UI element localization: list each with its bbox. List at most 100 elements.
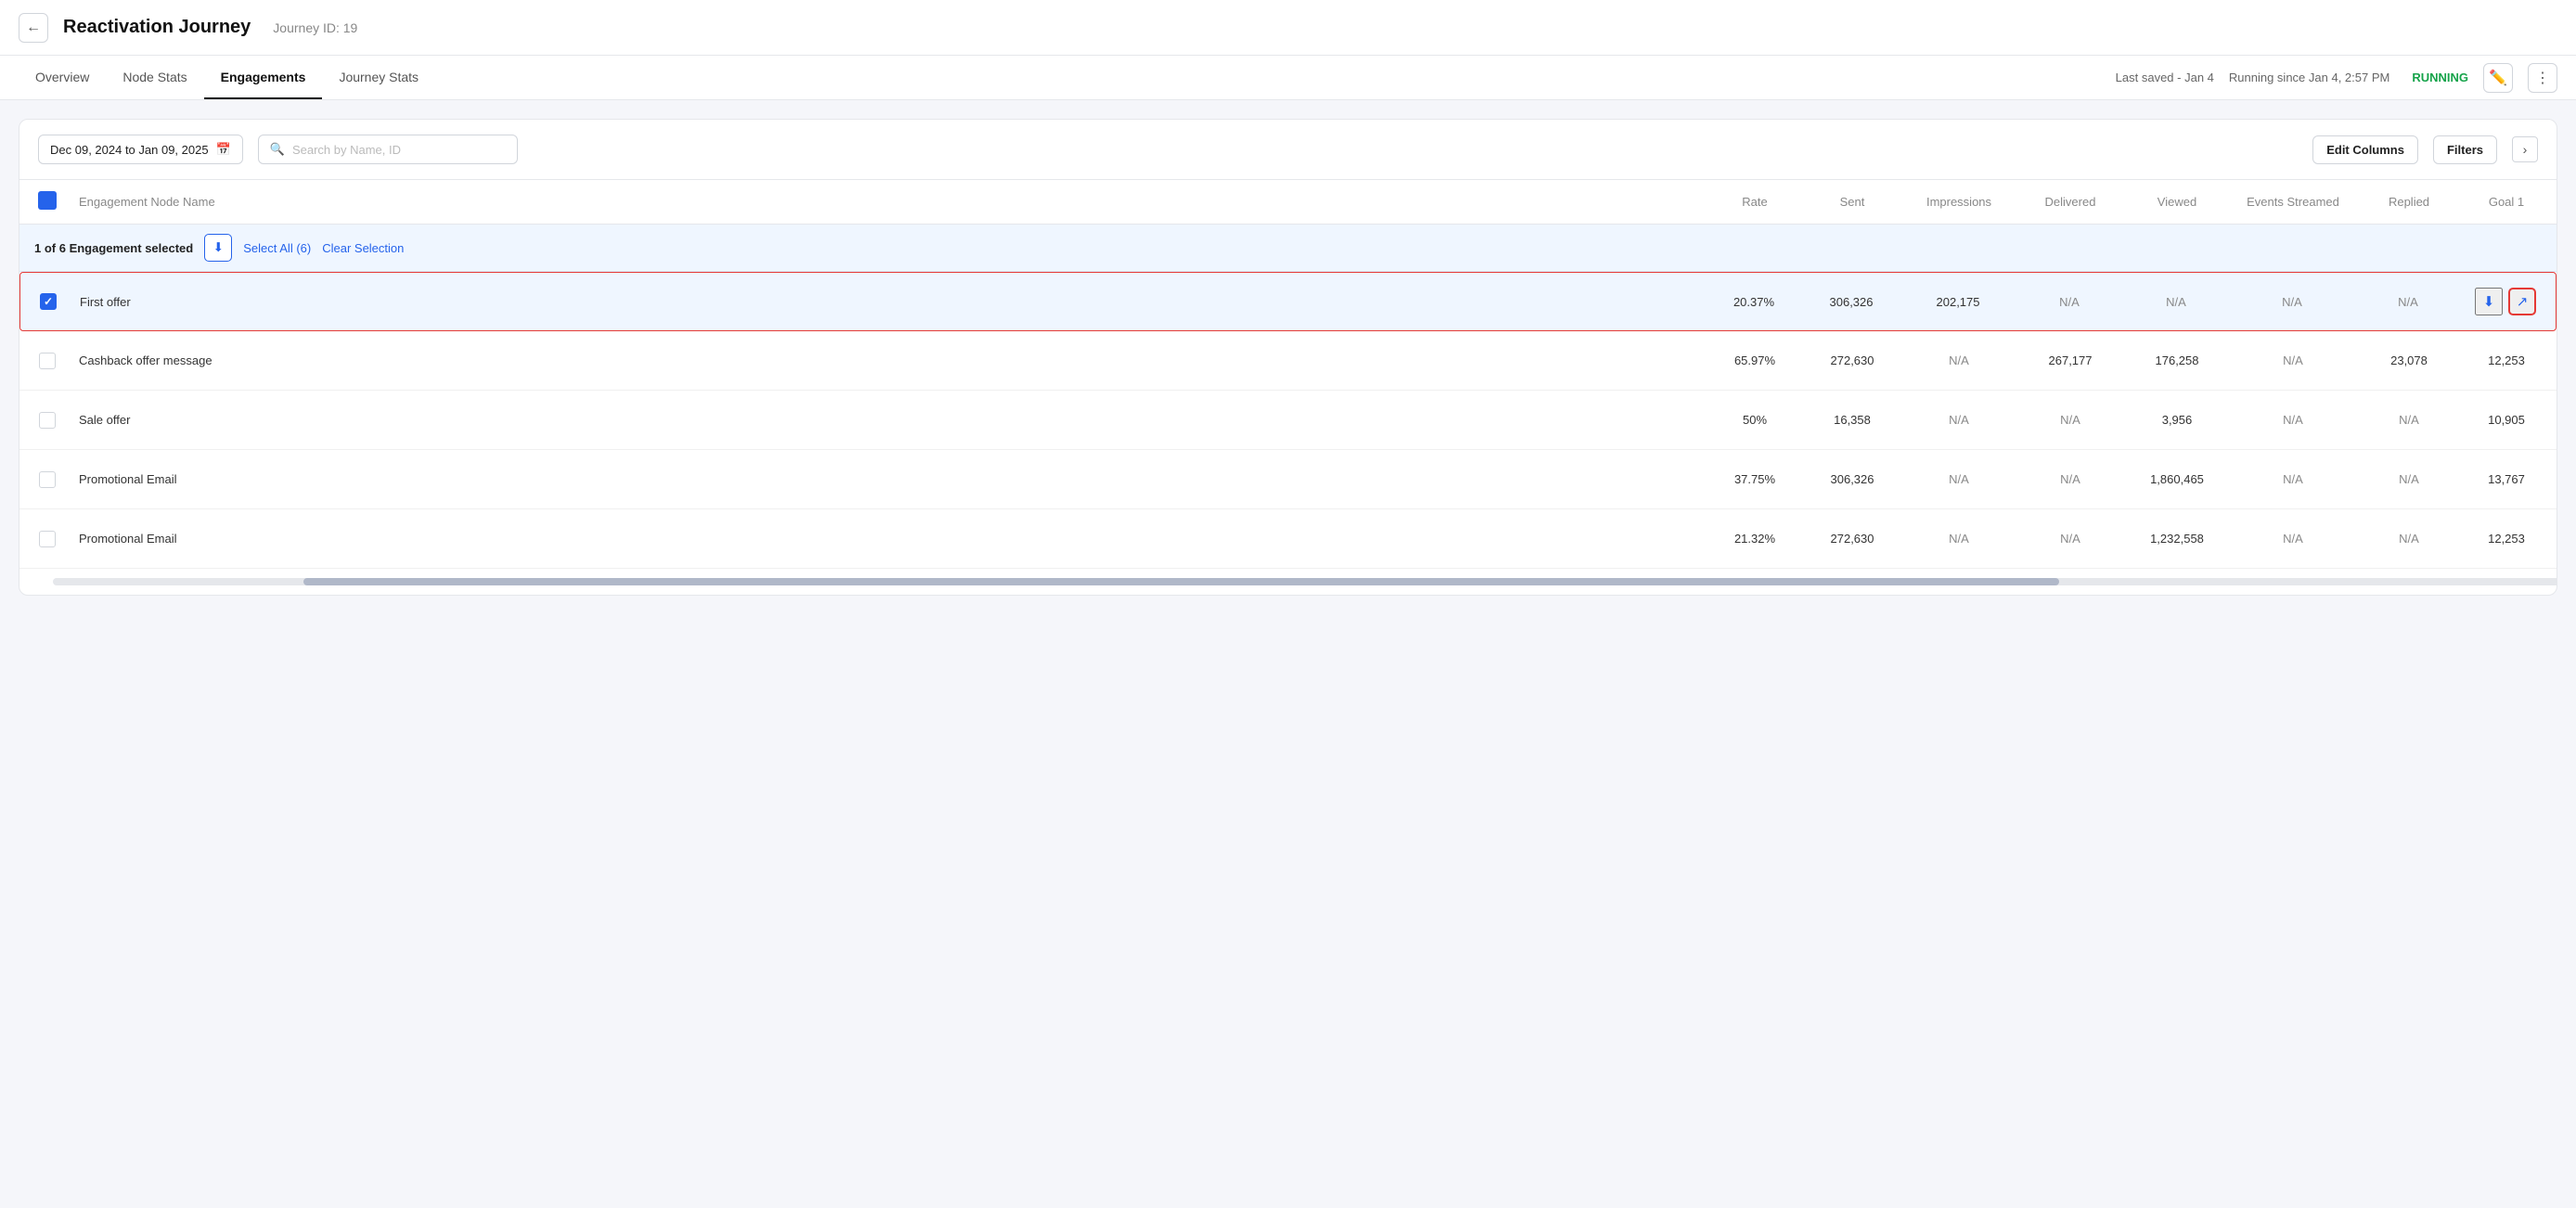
horizontal-scrollbar-thumb[interactable] [303, 578, 2058, 585]
dots-icon: ⋮ [2535, 69, 2550, 87]
top-bar: ← Reactivation Journey Journey ID: 19 [0, 0, 2576, 56]
row-4-checkbox-cell[interactable] [23, 460, 71, 499]
col-header-rate: Rate [1708, 184, 1801, 220]
row-3-events-streamed: N/A [2228, 402, 2358, 438]
row-3-name: Sale offer [71, 402, 1708, 438]
back-button[interactable]: ← [19, 13, 48, 43]
row-5-name: Promotional Email [71, 520, 1708, 557]
search-icon: 🔍 [270, 142, 285, 157]
row-2-replied: 23,078 [2358, 342, 2460, 379]
journey-id: Journey ID: 19 [273, 20, 357, 35]
chevron-right-icon: › [2523, 142, 2528, 157]
tab-journey-stats[interactable]: Journey Stats [322, 56, 435, 99]
row-4-viewed: 1,860,465 [2126, 461, 2228, 497]
row-1-checkbox[interactable] [40, 293, 57, 310]
row-1-checkbox-cell[interactable] [24, 282, 72, 321]
more-options-button[interactable]: ⋮ [2528, 63, 2557, 93]
row-4-name: Promotional Email [71, 461, 1708, 497]
horizontal-scrollbar-area[interactable] [19, 569, 2557, 595]
row-1-sent: 306,326 [1800, 284, 1902, 320]
main-content: Dec 09, 2024 to Jan 09, 2025 📅 🔍 Search … [0, 100, 2576, 1208]
col-header-replied: Replied [2358, 184, 2460, 220]
row-1-actions: ⬇ ↗ [2459, 276, 2552, 327]
row-1-replied: N/A [2357, 284, 2459, 320]
horizontal-scrollbar-track[interactable] [53, 578, 2557, 585]
row-2-goal1: 12,253 [2460, 342, 2553, 379]
date-range-text: Dec 09, 2024 to Jan 09, 2025 [50, 143, 209, 157]
running-since-text: Running since Jan 4, 2:57 PM [2229, 71, 2389, 84]
select-all-link[interactable]: Select All (6) [243, 241, 311, 255]
pencil-icon: ✏️ [2489, 69, 2507, 87]
last-saved-text: Last saved - Jan 4 [2116, 71, 2214, 84]
row-2-rate: 65.97% [1708, 342, 1801, 379]
row-5-goal1: 12,253 [2460, 520, 2553, 557]
table-header: Engagement Node Name Rate Sent Impressio… [19, 180, 2557, 225]
selection-count-text: 1 of 6 Engagement selected [34, 241, 193, 255]
row-4-goal1: 13,767 [2460, 461, 2553, 497]
row-1-download-button[interactable]: ⬇ [2475, 288, 2503, 315]
col-header-impressions: Impressions [1903, 184, 2015, 220]
download-icon: ⬇ [213, 240, 224, 255]
row-4-impressions: N/A [1903, 461, 2015, 497]
row-4-sent: 306,326 [1801, 461, 1903, 497]
row-1-external-link-button[interactable]: ↗ [2508, 288, 2536, 315]
row-2-delivered: 267,177 [2015, 342, 2126, 379]
row-4-checkbox[interactable] [39, 471, 56, 488]
row-5-events-streamed: N/A [2228, 520, 2358, 557]
row-2-viewed: 176,258 [2126, 342, 2228, 379]
row-2-checkbox[interactable] [39, 353, 56, 369]
row-2-sent: 272,630 [1801, 342, 1903, 379]
date-range-button[interactable]: Dec 09, 2024 to Jan 09, 2025 📅 [38, 135, 243, 164]
calendar-icon: 📅 [216, 142, 231, 157]
journey-title: Reactivation Journey [63, 17, 251, 38]
row-5-delivered: N/A [2015, 520, 2126, 557]
card-toolbar: Dec 09, 2024 to Jan 09, 2025 📅 🔍 Search … [19, 120, 2557, 180]
row-1-viewed: N/A [2125, 284, 2227, 320]
row-3-viewed: 3,956 [2126, 402, 2228, 438]
row-3-checkbox-cell[interactable] [23, 401, 71, 440]
search-box[interactable]: 🔍 Search by Name, ID [258, 135, 518, 164]
download-selected-button[interactable]: ⬇ [204, 234, 232, 262]
col-header-checkbox [23, 180, 71, 224]
engagements-card: Dec 09, 2024 to Jan 09, 2025 📅 🔍 Search … [19, 119, 2557, 596]
row-1-impressions: 202,175 [1902, 284, 2014, 320]
row-5-checkbox[interactable] [39, 531, 56, 547]
row-3-goal1: 10,905 [2460, 402, 2553, 438]
col-header-goal1: Goal 1 [2460, 184, 2553, 220]
running-badge: RUNNING [2412, 71, 2468, 84]
table-row: First offer 20.37% 306,326 202,175 N/A N… [19, 272, 2557, 331]
tab-bar: Overview Node Stats Engagements Journey … [0, 56, 2576, 100]
row-5-checkbox-cell[interactable] [23, 520, 71, 559]
row-2-name: Cashback offer message [71, 342, 1708, 379]
table-row: Promotional Email 37.75% 306,326 N/A N/A… [19, 450, 2557, 509]
col-header-delivered: Delivered [2015, 184, 2126, 220]
collapse-panel-button[interactable]: › [2512, 136, 2538, 162]
row-3-impressions: N/A [1903, 402, 2015, 438]
tab-overview[interactable]: Overview [19, 56, 106, 99]
row-3-delivered: N/A [2015, 402, 2126, 438]
tab-engagements[interactable]: Engagements [204, 56, 323, 99]
filters-button[interactable]: Filters [2433, 135, 2497, 164]
tabs: Overview Node Stats Engagements Journey … [19, 56, 435, 99]
row-5-rate: 21.32% [1708, 520, 1801, 557]
row-4-delivered: N/A [2015, 461, 2126, 497]
search-placeholder: Search by Name, ID [292, 143, 401, 157]
table-row: Promotional Email 21.32% 272,630 N/A N/A… [19, 509, 2557, 569]
selection-bar: 1 of 6 Engagement selected ⬇ Select All … [19, 225, 2557, 272]
row-5-sent: 272,630 [1801, 520, 1903, 557]
edit-columns-button[interactable]: Edit Columns [2312, 135, 2418, 164]
table-row: Sale offer 50% 16,358 N/A N/A 3,956 N/A … [19, 391, 2557, 450]
row-2-checkbox-cell[interactable] [23, 341, 71, 380]
row-5-impressions: N/A [1903, 520, 2015, 557]
row-1-action-buttons: ⬇ ↗ [2467, 288, 2544, 315]
tab-node-stats[interactable]: Node Stats [106, 56, 203, 99]
row-3-sent: 16,358 [1801, 402, 1903, 438]
row-3-rate: 50% [1708, 402, 1801, 438]
row-3-checkbox[interactable] [39, 412, 56, 429]
col-header-name: Engagement Node Name [71, 184, 1708, 220]
table-row: Cashback offer message 65.97% 272,630 N/… [19, 331, 2557, 391]
row-1-rate: 20.37% [1707, 284, 1800, 320]
row-4-replied: N/A [2358, 461, 2460, 497]
edit-icon-button[interactable]: ✏️ [2483, 63, 2513, 93]
clear-selection-link[interactable]: Clear Selection [322, 241, 404, 255]
